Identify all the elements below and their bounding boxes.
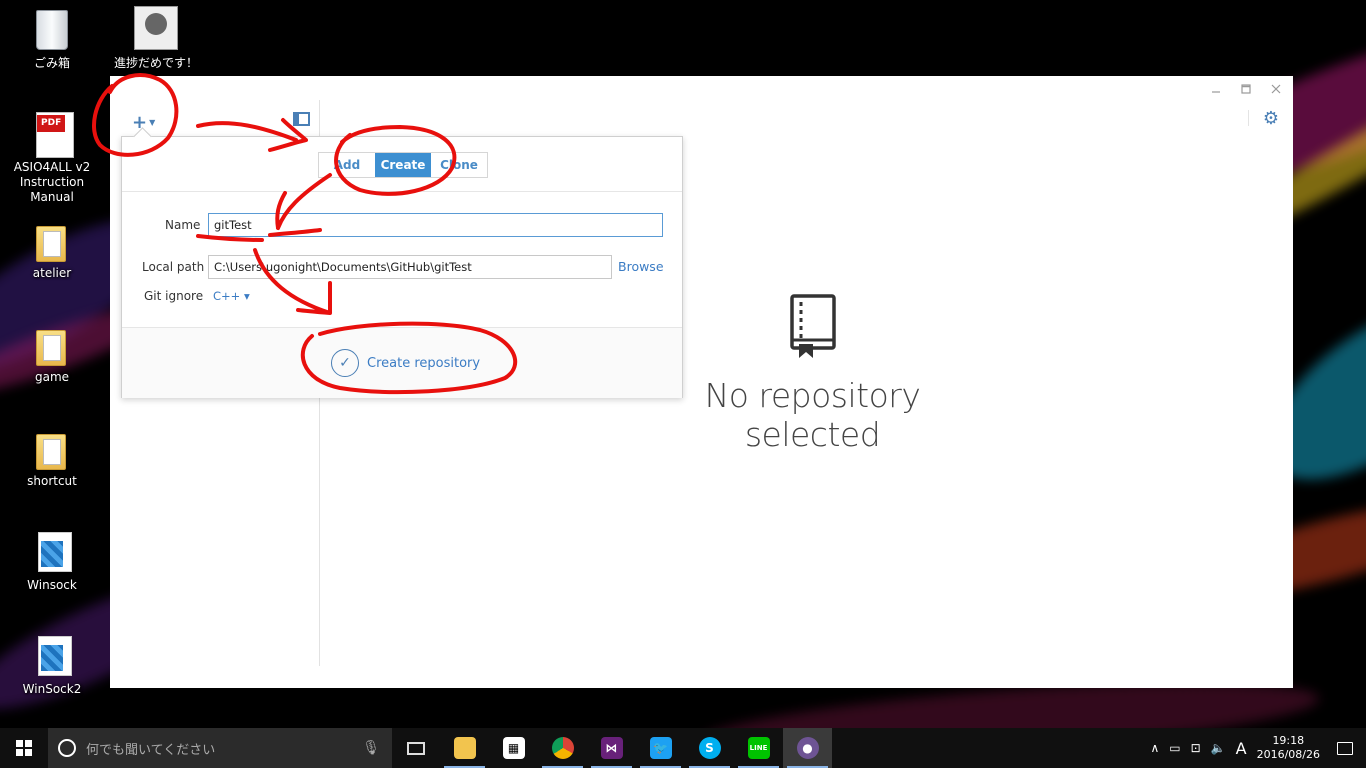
folder-icon [453,737,476,759]
recycle-bin-icon [36,10,68,50]
taskbar-twitter[interactable]: 🐦 [636,728,685,768]
divider [122,191,682,192]
popover-tabs: Add Create Clone [318,152,488,178]
microphone-icon[interactable]: 🎙 [362,740,380,756]
repository-name-input[interactable]: gitTest [208,213,663,237]
maximize-icon[interactable] [1239,82,1253,96]
taskbar-visual-studio[interactable]: ⋈ [587,728,636,768]
search-placeholder: 何でも聞いてください [86,742,216,758]
popover-footer: ✓ Create repository [122,327,682,398]
chevron-down-icon: ▼ [149,118,156,127]
git-ignore-dropdown[interactable]: C++ ▾ [213,289,250,303]
clock[interactable]: 19:18 2016/08/26 [1257,734,1320,762]
gear-icon[interactable]: ⚙ [1263,108,1279,129]
name-label: Name [165,218,201,232]
tab-clone[interactable]: Clone [431,153,487,177]
create-repository-label: Create repository [367,355,481,371]
browse-button[interactable]: Browse [618,259,664,274]
minimize-icon[interactable] [1209,82,1223,96]
folder-icon [36,226,66,262]
task-view-button[interactable] [392,728,440,768]
create-repository-button[interactable]: ✓ Create repository [331,349,480,377]
taskbar-store[interactable]: ▦ [489,728,538,768]
desktop-icon-label: ASIO4ALL v2 Instruction Manual [13,160,91,204]
add-repository-popover: Add Create Clone Name gitTest Local path… [121,136,683,398]
image-thumbnail-icon [134,6,178,50]
desktop-icon-shortcut[interactable]: shortcut [2,426,102,489]
search-box[interactable]: 何でも聞いてください 🎙 [48,728,392,768]
cortana-icon [58,739,76,757]
taskbar-skype[interactable]: S [685,728,734,768]
checkmark-icon: ✓ [331,349,359,377]
pdf-file-icon: PDF [36,112,74,158]
system-tray: ∧ ▭ ⊡ 🔈 A 19:18 2016/08/26 [1150,728,1366,768]
chevron-up-icon[interactable]: ∧ [1150,741,1159,755]
taskbar-github-desktop[interactable]: ● [783,728,832,768]
windows-logo-icon [16,740,32,756]
desktop-icon-atelier[interactable]: atelier [2,218,102,281]
desktop-icon-label: WinSock2 [22,682,82,696]
speaker-icon[interactable]: 🔈 [1211,741,1226,755]
taskbar-file-explorer[interactable] [440,728,489,768]
window-controls [1209,82,1283,96]
pdf-badge: PDF [37,115,66,132]
desktop-icon-label: game [34,370,70,384]
network-icon[interactable]: ⊡ [1191,741,1201,755]
desktop-icon-shinchoku[interactable]: 進捗だめです！ [106,6,206,71]
desktop-icon-label: shortcut [27,474,77,488]
toolbar-divider [1248,110,1249,126]
battery-icon[interactable]: ▭ [1169,741,1180,755]
task-view-icon [407,741,425,755]
project-file-icon [38,532,72,572]
skype-icon: S [698,737,721,759]
desktop-icon-label: ごみ箱 [33,56,70,70]
desktop-icon-recycle-bin[interactable]: ごみ箱 [2,8,102,71]
clock-time: 19:18 [1272,734,1305,747]
desktop-icon-game[interactable]: game [2,322,102,385]
close-icon[interactable] [1269,82,1283,96]
visual-studio-icon: ⋈ [600,737,623,759]
chrome-icon [551,737,574,759]
line-icon: LINE [747,737,770,759]
ime-indicator[interactable]: A [1236,739,1247,758]
tab-create[interactable]: Create [375,153,431,177]
repository-book-icon [789,294,837,358]
folder-icon [36,330,66,366]
desktop-icon-winsock2[interactable]: WinSock2 [2,634,102,697]
start-button[interactable] [0,728,48,768]
sidebar-toggle-icon[interactable] [293,112,310,126]
local-path-label: Local path [142,260,205,274]
github-octocat-icon: ● [796,737,819,759]
desktop-icon-asio4all-manual[interactable]: PDF ASIO4ALL v2 Instruction Manual [2,112,102,205]
git-ignore-label: Git ignore [144,289,204,303]
desktop-icon-label: 進捗だめです！ [113,56,198,70]
desktop-icon-label: atelier [32,266,72,280]
empty-state: No repository selected [640,294,985,454]
desktop-icon-label: Winsock [27,578,77,592]
tab-add[interactable]: Add [319,153,375,177]
folder-icon [36,434,66,470]
taskbar: 何でも聞いてください 🎙 ▦ ⋈ 🐦 S LINE ● ∧ ▭ ⊡ 🔈 A 19… [0,728,1366,768]
clock-date: 2016/08/26 [1256,748,1320,761]
empty-state-text: No repository selected [704,376,921,454]
twitter-icon: 🐦 [649,737,672,759]
action-center-icon[interactable] [1330,728,1360,768]
taskbar-chrome[interactable] [538,728,587,768]
taskbar-line[interactable]: LINE [734,728,783,768]
desktop-icon-winsock[interactable]: Winsock [2,530,102,593]
project-file-icon [38,636,72,676]
local-path-input[interactable]: C:\Users\ugonight\Documents\GitHub\gitTe… [208,255,612,279]
store-bag-icon: ▦ [502,737,525,759]
